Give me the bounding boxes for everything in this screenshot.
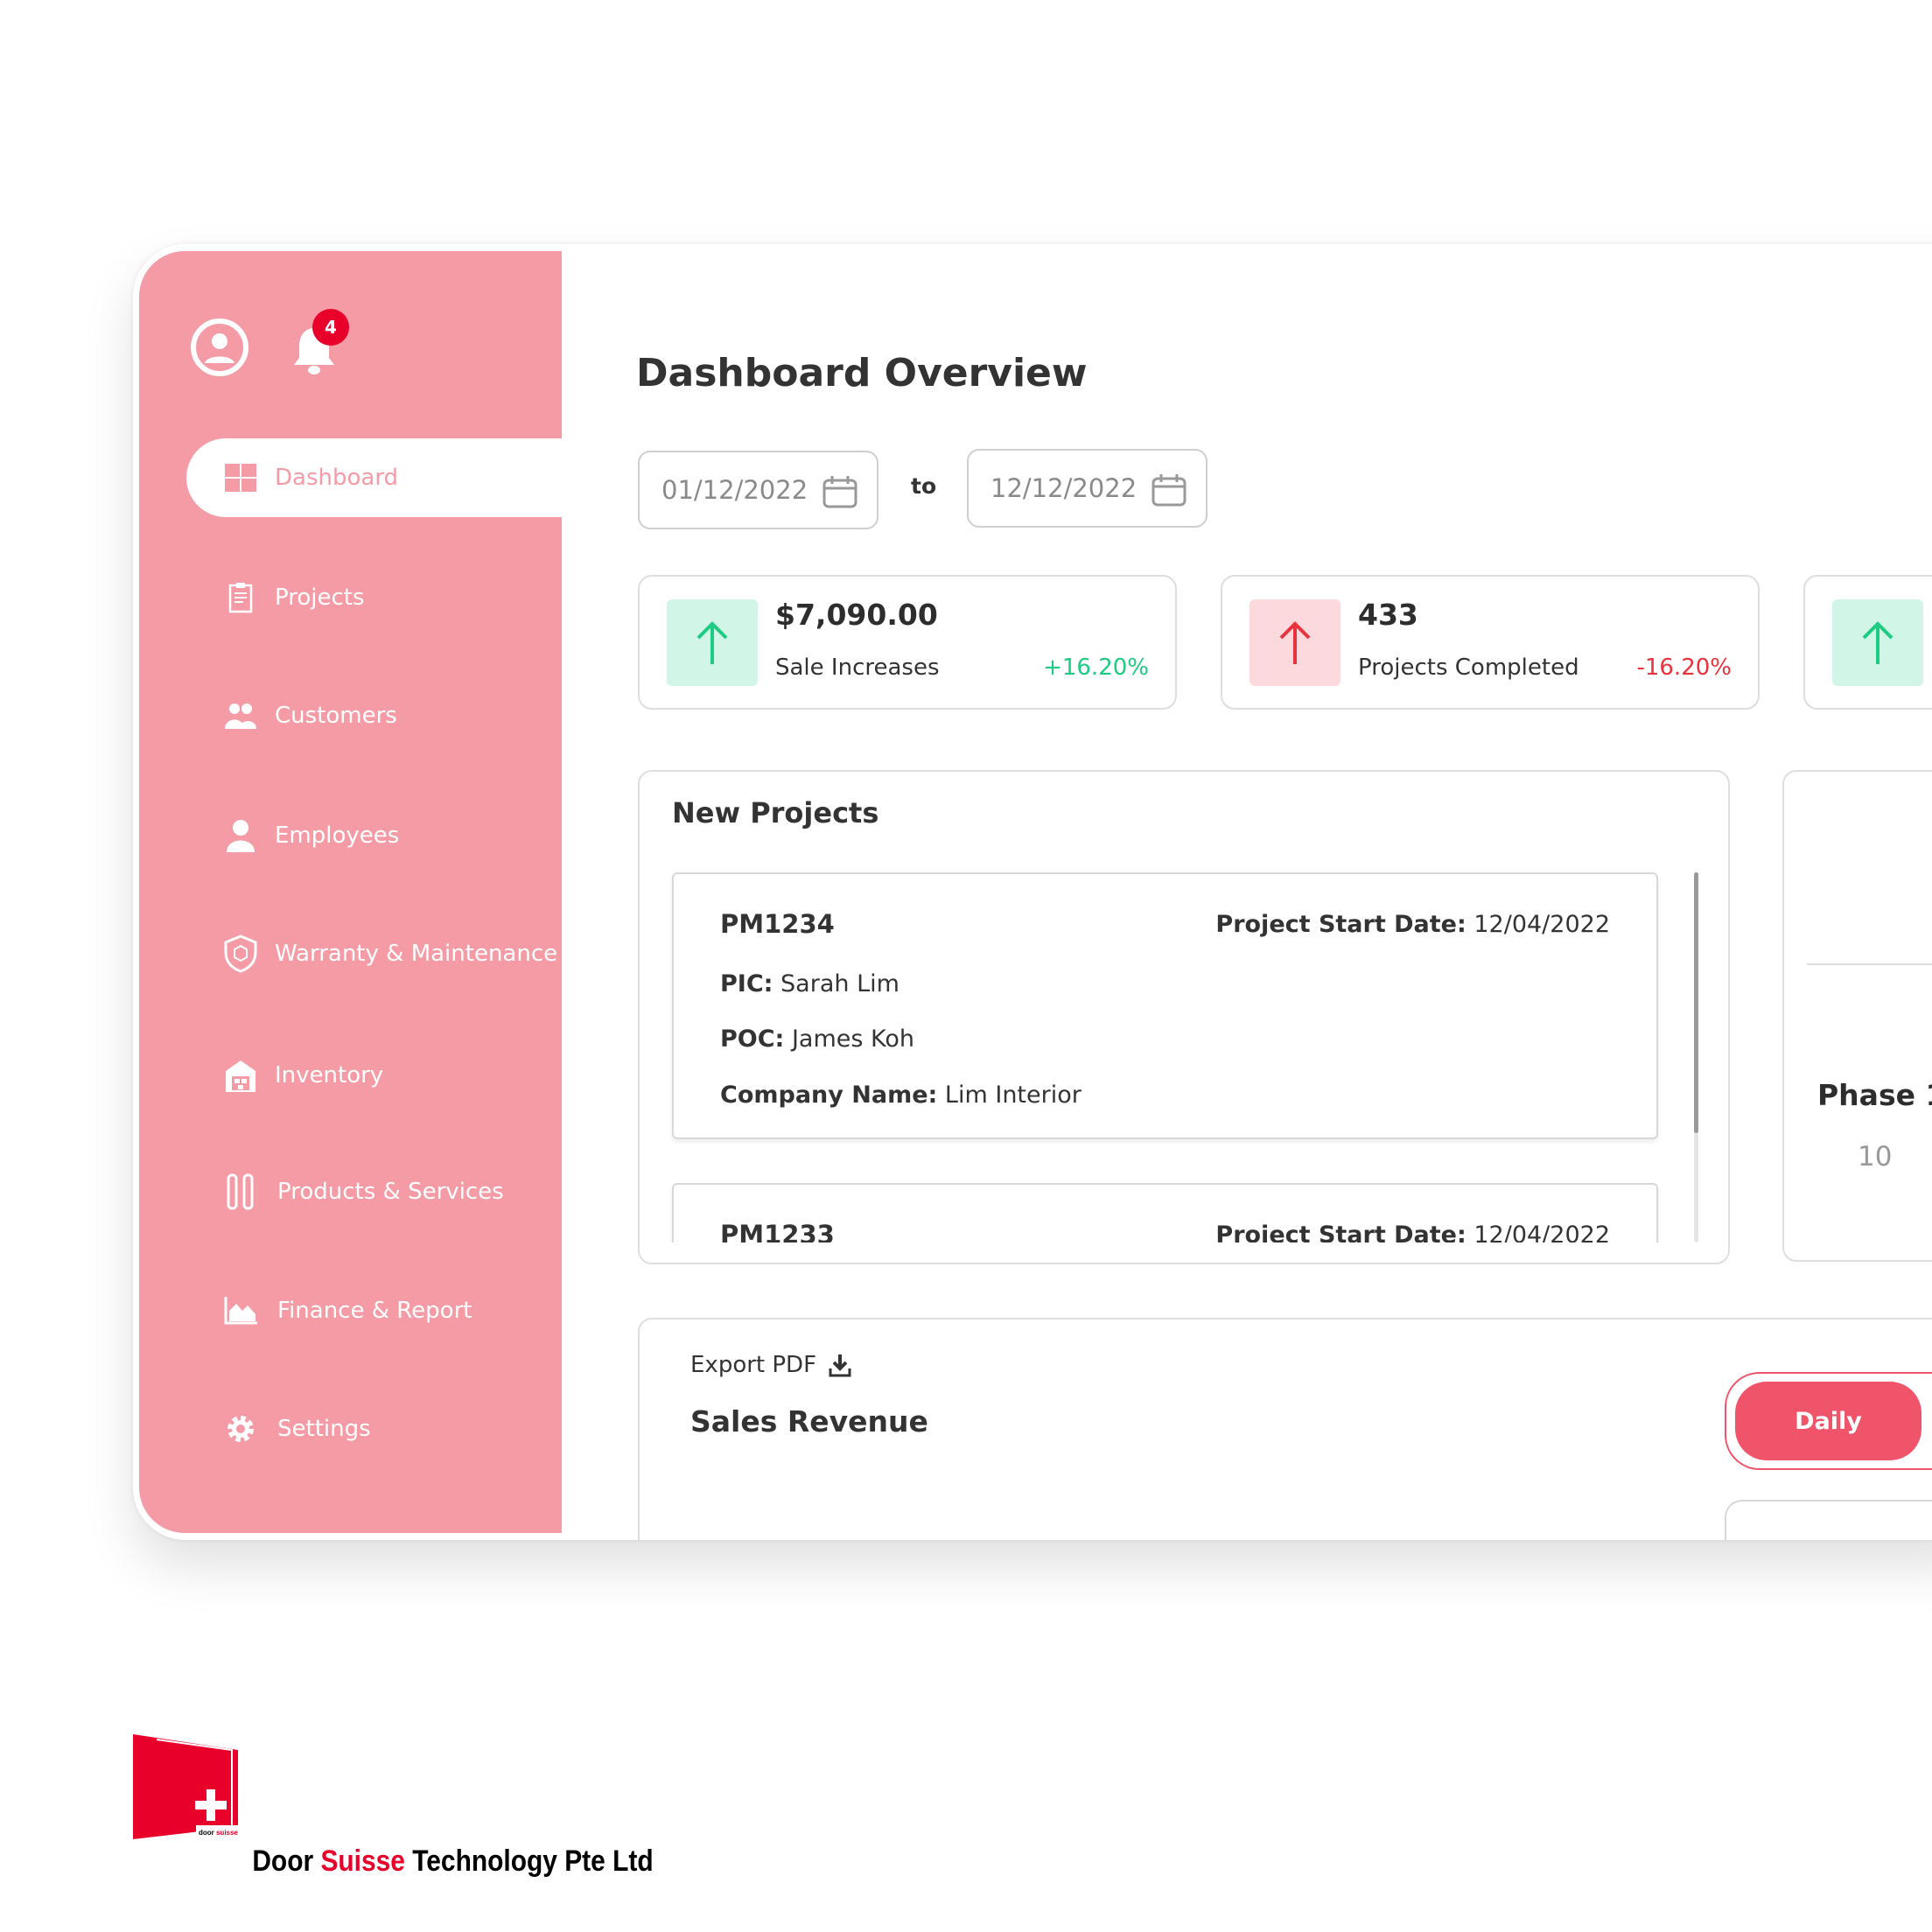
sidebar-item-warranty[interactable]: Warranty & Maintenance xyxy=(139,928,562,980)
users-icon xyxy=(221,696,260,735)
notification-badge: 4 xyxy=(312,309,349,346)
calendar-icon[interactable] xyxy=(1152,473,1186,507)
new-projects-panel: New Projects PM1234 Project Start Date: … xyxy=(638,770,1730,1264)
stat-card-projects: 433 Projects Completed -16.20% xyxy=(1221,575,1760,710)
stat-card-partial xyxy=(1803,575,1932,710)
sidebar-item-products-services[interactable]: Products & Services xyxy=(139,1166,562,1218)
period-daily-button[interactable]: Daily xyxy=(1735,1382,1922,1460)
export-pdf-button[interactable]: Export PDF xyxy=(690,1352,851,1378)
project-item[interactable]: PM1234 Project Start Date: 12/04/2022 PI… xyxy=(672,872,1658,1139)
phase-label: Phase 1 xyxy=(1817,1078,1932,1112)
sidebar-item-inventory[interactable]: Inventory xyxy=(139,1049,562,1102)
sidebar-item-finance-report[interactable]: Finance & Report xyxy=(139,1284,562,1337)
trend-up-icon xyxy=(1250,599,1340,686)
date-range-separator: to xyxy=(911,473,937,499)
area-chart-icon xyxy=(221,1292,260,1330)
trend-up-icon xyxy=(1832,599,1923,686)
warehouse-icon xyxy=(221,1056,260,1095)
clipboard-icon xyxy=(221,578,260,617)
panel-clip xyxy=(640,1242,1728,1263)
tools-icon xyxy=(221,1172,260,1211)
date-from-input[interactable]: 01/12/2022 xyxy=(638,451,878,529)
sidebar-item-projects[interactable]: Projects xyxy=(139,571,562,624)
grid-icon xyxy=(221,458,260,497)
calendar-icon[interactable] xyxy=(822,475,858,508)
avatar[interactable] xyxy=(190,318,249,377)
app-window: 4 Dashboard Projects Customers Employees… xyxy=(133,244,1932,1540)
phase-panel: Phase 1 10 xyxy=(1782,770,1932,1262)
page-title: Dashboard Overview xyxy=(636,351,1088,396)
sales-revenue-panel: Export PDF Sales Revenue Daily xyxy=(638,1318,1932,1540)
svg-text:door suisse: door suisse xyxy=(199,1829,238,1837)
sidebar: 4 Dashboard Projects Customers Employees… xyxy=(139,251,562,1533)
date-to-input[interactable]: 12/12/2022 xyxy=(967,449,1208,528)
sidebar-item-settings[interactable]: Settings xyxy=(139,1403,562,1455)
sidebar-item-dashboard[interactable]: Dashboard xyxy=(139,452,562,504)
trend-up-icon xyxy=(667,599,758,686)
employee-icon xyxy=(221,816,260,855)
section-title: Sales Revenue xyxy=(690,1404,928,1438)
divider xyxy=(1807,963,1932,965)
panel-title: New Projects xyxy=(672,796,879,830)
gear-icon xyxy=(221,1410,260,1448)
chart-frame xyxy=(1725,1500,1932,1540)
scrollbar-thumb[interactable] xyxy=(1694,872,1698,1133)
stat-card-sales: $7,090.00 Sale Increases +16.20% xyxy=(638,575,1177,710)
sidebar-item-customers[interactable]: Customers xyxy=(139,690,562,742)
company-logo: door suisse xyxy=(133,1734,243,1841)
shield-icon xyxy=(221,934,260,973)
phase-value: 10 xyxy=(1858,1141,1893,1172)
company-name: Door Suisse Technology Pte Ltd xyxy=(252,1844,654,1878)
download-icon xyxy=(829,1354,851,1377)
sidebar-item-employees[interactable]: Employees xyxy=(139,809,562,862)
